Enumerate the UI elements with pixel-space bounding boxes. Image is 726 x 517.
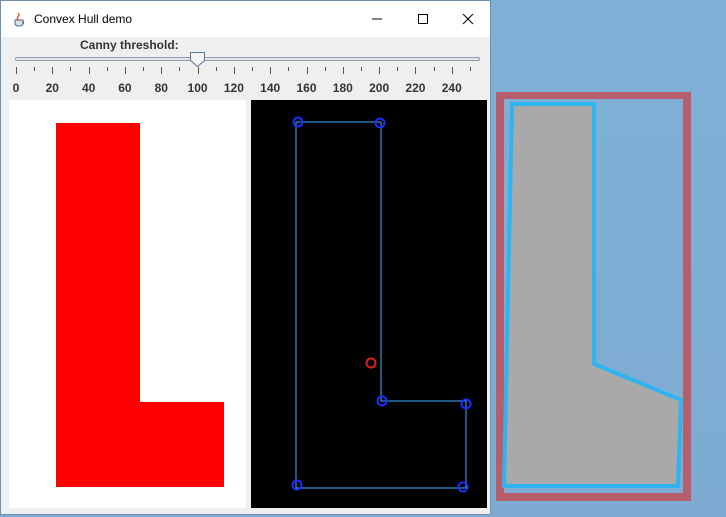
tick-label: 0 bbox=[12, 81, 20, 95]
close-icon bbox=[462, 13, 474, 25]
red-l-shape bbox=[56, 123, 224, 487]
tick-label: 100 bbox=[187, 81, 208, 95]
tick-label: 200 bbox=[369, 81, 390, 95]
app-window: Convex Hull demo Canny threshold: 0 20 40 6… bbox=[0, 0, 491, 515]
maximize-button[interactable] bbox=[400, 1, 446, 37]
tick-label: 140 bbox=[260, 81, 281, 95]
hull-outline bbox=[295, 121, 467, 489]
centroid-marker bbox=[365, 357, 377, 369]
tick-label: 40 bbox=[81, 81, 96, 95]
tick-label: 20 bbox=[45, 81, 59, 95]
hull-result-panel bbox=[251, 100, 487, 508]
tick-label: 180 bbox=[332, 81, 353, 95]
canny-threshold-label: Canny threshold: bbox=[80, 38, 179, 52]
minimize-icon bbox=[372, 18, 382, 20]
close-button[interactable] bbox=[445, 1, 491, 37]
hull-overlay bbox=[496, 91, 692, 502]
minimize-button[interactable] bbox=[354, 1, 400, 37]
tick-label: 240 bbox=[441, 81, 462, 95]
tick-label: 80 bbox=[154, 81, 168, 95]
java-coffee-icon bbox=[12, 11, 28, 27]
maximize-icon bbox=[418, 14, 428, 24]
window-title: Convex Hull demo bbox=[34, 12, 133, 26]
tick-label: 220 bbox=[405, 81, 426, 95]
tick-label: 60 bbox=[118, 81, 132, 95]
source-image-panel bbox=[9, 100, 246, 508]
tick-label: 120 bbox=[223, 81, 244, 95]
canny-threshold-slider[interactable] bbox=[15, 57, 480, 61]
title-bar[interactable]: Convex Hull demo bbox=[1, 1, 490, 37]
slider-thumb[interactable] bbox=[189, 51, 206, 68]
tick-label: 160 bbox=[296, 81, 317, 95]
hull-vertex-marker bbox=[374, 117, 386, 129]
